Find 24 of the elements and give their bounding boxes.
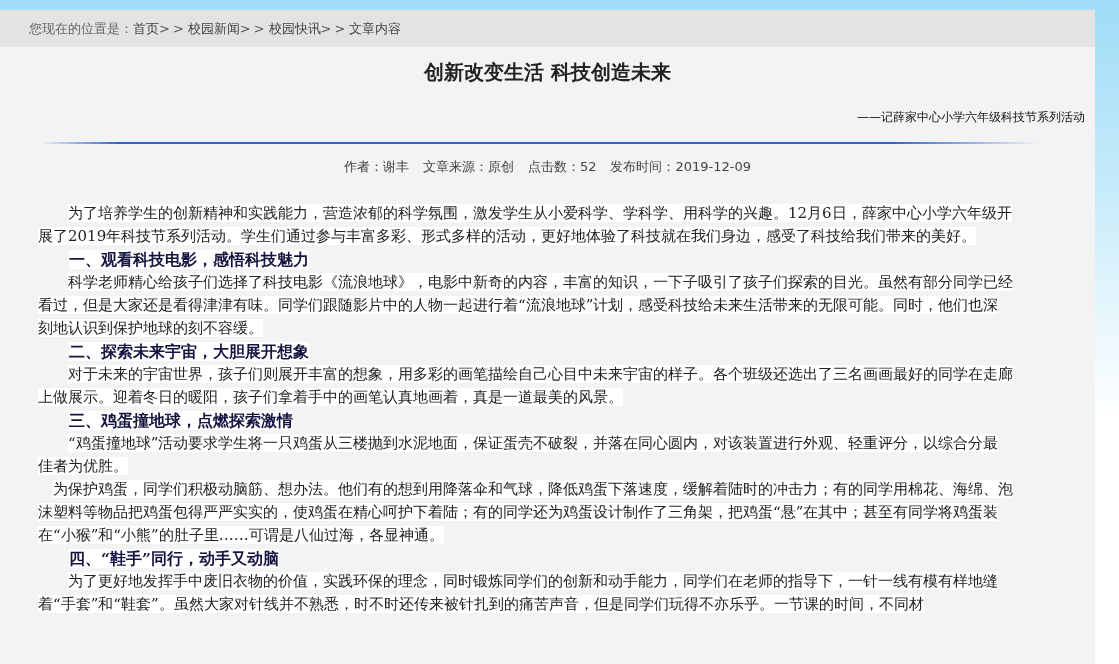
article-subtitle: ——记薛家中心小学六年级科技节系列活动: [857, 109, 1085, 126]
paragraph: 为了培养学生的创新精神和实践能力，营造浓郁的科学氛围，激发学生从小爱科学、学科学、用科学的兴趣。12月6日，薛家中心小学六年级开展了2019年科技节系列活动。学生们通过参与丰富多彩、形式多样的活动，更好地体验了科技就在我们身边，感受了科技给我们带来的美好。: [38, 203, 1013, 247]
meta-info: 点击数：52: [527, 158, 597, 176]
breadcrumb-separator: >>: [239, 21, 268, 36]
paragraph: 科学老师精心给孩子们选择了科技电影《流浪地球》，电影中新奇的内容，丰富的知识，一下子吸引了孩子们探索的目光。虽然有部分同学已经看过，但是大家还是看得津津有味。同学们跟随影片中的人物一起进行着“流浪地球”计划，感受科技给未来生活带来的无限可能。同时，他们也深刻地认识到保护地球的刻不容缓。: [38, 272, 1013, 339]
meta-info: 作者：谢丰: [343, 158, 409, 176]
section-heading: 三、鸡蛋撞地球，点燃探索激情: [69, 411, 293, 430]
breadcrumb-label: 您现在的位置是：: [29, 19, 133, 38]
breadcrumb-link[interactable]: 首页: [133, 19, 159, 38]
section-heading: 二、探索未来宇宙，大胆展开想象: [69, 342, 309, 361]
section-heading: 一、观看科技电影，感悟科技魅力: [69, 250, 309, 269]
paragraph: 对于未来的宇宙世界，孩子们则展开丰富的想象，用多彩的画笔描绘自己心目中未来宇宙的样子。各个班级还选出了三名画画最好的同学在走廊上做展示。迎着冬日的暖阳，孩子们拿着手中的画笔认真地画着，真是一道最美的风景。: [38, 364, 1013, 408]
paragraph: 为保护鸡蛋，同学们积极动脑筋、想办法。他们有的想到用降落伞和气球，降低鸡蛋下落速度，缓解着陆时的冲击力；有的同学用棉花、海绵、泡沫塑料等物品把鸡蛋包得严严实实的，使鸡蛋在精心呵护下着陆；有的同学还为鸡蛋设计制作了三角架，把鸡蛋“悬”在其中；甚至有同学将鸡蛋装在“小猴”和“小熊”的肚子里……可谓是八仙过海，各显神通。: [38, 479, 1013, 546]
breadcrumb-separator: >>: [159, 21, 187, 36]
breadcrumb-link[interactable]: 校园新闻: [187, 19, 240, 38]
meta-info: 文章来源：原创: [422, 158, 514, 176]
section-heading: 四、“鞋手”同行，动手又动脑: [69, 549, 279, 568]
breadcrumb-separator: >>: [320, 21, 349, 36]
article-title: 创新改变生活 科技创造未来: [422, 59, 672, 85]
paragraph: 为了更好地发挥手中废旧衣物的价值，实践环保的理念，同时锻炼同学们的创新和动手能力，同学们在老师的指导下，一针一线有模有样地缝着“手套”和“鞋套”。虽然大家对针线并不熟悉，时不时还传来被针扎到的痛苦声音，但是同学们玩得不亦乐乎。一节课的时间，不同材: [38, 571, 999, 615]
breadcrumb-link[interactable]: 校园快讯: [268, 19, 321, 38]
breadcrumb-link[interactable]: 文章内容: [349, 19, 402, 38]
paragraph: “鸡蛋撞地球”活动要求学生将一只鸡蛋从三楼抛到水泥地面，保证蛋壳不破裂，并落在同心圆内，对该装置进行外观、轻重评分，以综合分最佳者为优胜。: [38, 433, 1000, 477]
meta-info: 发布时间：2019-12-09: [610, 158, 752, 176]
